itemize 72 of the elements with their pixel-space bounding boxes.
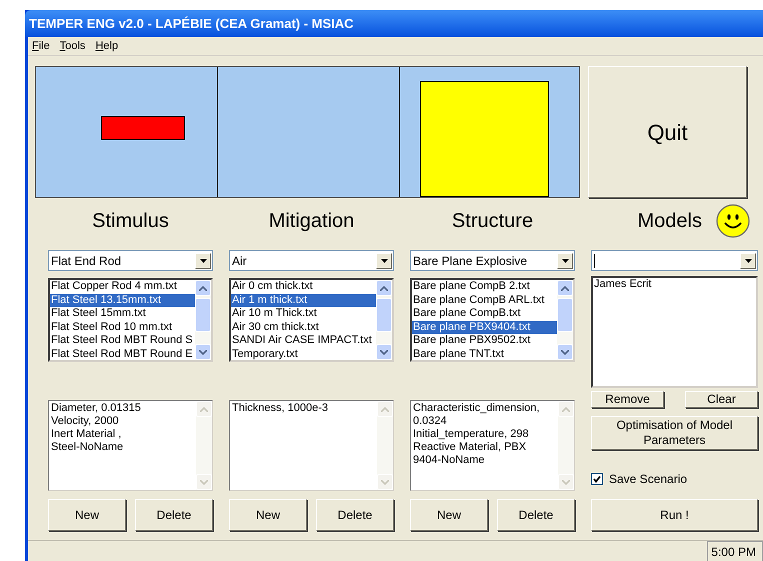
checkbox-label: Save Scenario [609,471,688,488]
list-item[interactable]: Flat Steel 13.15mm.txt [50,294,195,307]
parameter-line: Steel-NoName [51,441,124,454]
button[interactable]: Remove [591,391,664,408]
button[interactable]: Clear [685,391,758,408]
window-title: TEMPER ENG v2.0 - LAPÉBIE (CEA Gramat) - MSIAC [29,14,354,33]
parameters-box[interactable]: Thickness, 1000e-3 [229,400,394,491]
list-item[interactable]: Flat Copper Rod 4 mm.txt [50,280,195,294]
scroll-thumb[interactable] [376,298,392,332]
list-item[interactable]: Air 30 cm thick.txt [231,320,376,334]
parameter-line: 0.0324 [413,415,448,428]
save-scenario-checkbox[interactable] [591,473,603,485]
list-item[interactable]: Bare plane PBX9404.txt [412,320,557,334]
parameter-line: Characteristic_dimension, [413,402,541,415]
dropdown-field[interactable]: Air [229,250,394,271]
list-item[interactable]: Bare plane CompB ARL.txt [412,294,557,307]
list-item[interactable]: Temporary.txt [231,348,376,360]
column-heading: Mitigation [268,208,354,234]
text-cursor [594,254,595,268]
list-item[interactable]: Bare plane TNT.txt [412,348,557,360]
quit-button[interactable]: Quit [588,66,747,198]
parameters-box[interactable]: Characteristic_dimension, 0.0324 Initial_temperature, 298 Reactive Material, PBX 9404-NoName [410,400,575,491]
list-item[interactable]: Air 1 m thick.txt [231,294,376,307]
parameter-line: Inert Material , [51,428,122,441]
optimisation-button[interactable]: Optimisation of Model Parameters [591,416,758,450]
list-item[interactable]: James Ecrit [593,278,756,292]
list-item[interactable]: Air 0 cm thick.txt [231,280,376,294]
scroll-down-icon[interactable] [376,344,392,360]
list-item[interactable]: Bare plane CompB.txt [412,307,557,320]
list-item[interactable]: SANDI Air CASE IMPACT.txt [231,334,376,348]
scroll-up-icon[interactable] [376,280,392,296]
parameter-line: Diameter, 0.01315 [51,402,142,415]
parameter-line: Thickness, 1000e-3 [232,402,329,415]
button[interactable]: New [229,499,307,531]
list-item[interactable]: Flat Steel Rod MBT Round E [50,348,195,360]
run-button[interactable]: Run ! [591,499,758,531]
list-item[interactable]: Flat Steel Rod MBT Round S [50,334,195,348]
parameters-box[interactable]: Diameter, 0.01315 Velocity, 2000 Inert Material , Steel-NoName [48,400,213,491]
parameter-line: 9404-NoName [413,454,486,467]
scroll-thumb[interactable] [557,298,573,332]
list-item[interactable]: Bare plane CompB 2.txt [412,280,557,294]
parameter-line: Initial_temperature, 298 [413,428,530,441]
scrollbar[interactable] [376,280,392,360]
button[interactable]: New [48,499,126,531]
column-heading: Structure [452,208,534,234]
button[interactable]: Delete [497,499,575,531]
menu-item[interactable]: File [32,38,50,54]
list-item[interactable]: Flat Steel 15mm.txt [50,307,195,320]
scroll-up-icon[interactable] [195,280,211,296]
column-heading: Models [638,208,702,234]
dropdown-field[interactable]: Bare Plane Explosive [410,250,575,271]
list-item[interactable]: Bare plane PBX9502.txt [412,334,557,348]
button[interactable]: Delete [135,499,213,531]
button[interactable]: Delete [316,499,394,531]
list-item[interactable]: Flat Steel Rod 10 mm.txt [50,320,195,334]
smiley-icon [716,204,750,238]
list-item[interactable]: Air 10 m Thick.txt [231,307,376,320]
menu-item[interactable]: Help [95,38,118,54]
parameter-line: Reactive Material, PBX [413,441,528,454]
scrollbar[interactable] [195,280,211,360]
column-heading: Stimulus [92,208,169,234]
button[interactable]: New [410,499,488,531]
dropdown-field[interactable]: Flat End Rod [48,250,213,271]
parameter-line: Velocity, 2000 [51,415,120,428]
dropdown-field[interactable] [591,250,758,271]
status-time: 5:00 PM [707,541,763,561]
menu-item[interactable]: Tools [60,38,86,54]
scroll-down-icon[interactable] [557,344,573,360]
scroll-thumb[interactable] [195,298,211,332]
scroll-down-icon[interactable] [195,344,211,360]
scroll-up-icon[interactable] [557,280,573,296]
scrollbar[interactable] [557,280,573,360]
